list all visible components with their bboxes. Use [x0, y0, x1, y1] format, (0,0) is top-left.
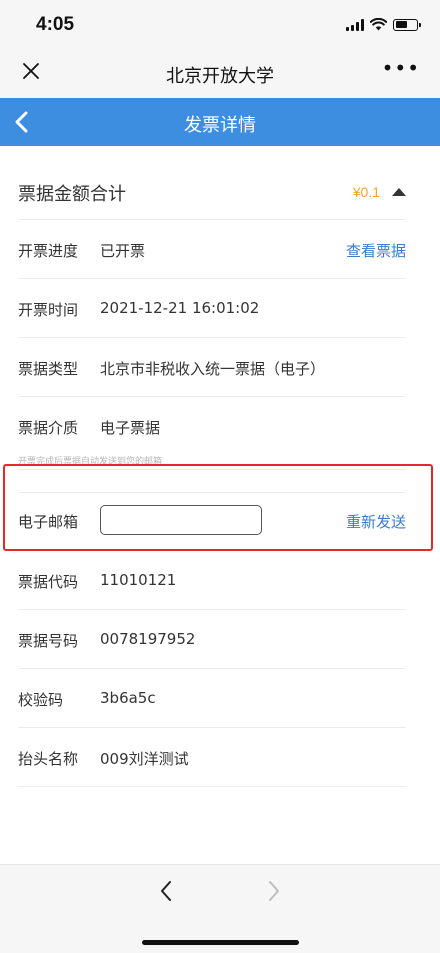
- page-title: 发票详情: [184, 115, 256, 136]
- row-value: 3b6a5c: [100, 689, 156, 707]
- nav-back-icon[interactable]: [158, 879, 174, 903]
- more-icon[interactable]: •••: [382, 56, 420, 80]
- row-value: 009刘洋测试: [100, 750, 189, 768]
- total-amount-value: ¥0.1: [352, 184, 380, 200]
- invoice-number-row: 票据号码 0078197952: [18, 610, 406, 669]
- row-value: 已开票: [100, 242, 146, 260]
- row-label: 校验码: [18, 691, 64, 709]
- payer-name-row: 抬头名称 009刘洋测试: [18, 728, 406, 787]
- total-amount-label: 票据金额合计: [18, 184, 126, 205]
- nav-forward-icon[interactable]: [266, 879, 282, 903]
- invoice-type-row: 票据类型 北京市非税收入统一票据（电子）: [18, 338, 406, 397]
- row-label: 开票时间: [18, 301, 79, 319]
- wifi-icon: [370, 18, 387, 31]
- invoice-progress-row: 开票进度 已开票 查看票据: [18, 220, 406, 279]
- row-label: 票据类型: [18, 360, 79, 378]
- row-label: 抬头名称: [18, 750, 79, 768]
- battery-icon: [393, 18, 421, 31]
- check-code-row: 校验码 3b6a5c: [18, 669, 406, 728]
- bottom-nav-bar: [0, 864, 440, 953]
- status-bar: 4:05: [0, 0, 440, 50]
- status-icons: [346, 18, 421, 31]
- wechat-title-bar: 北京开放大学 •••: [0, 50, 440, 98]
- row-label: 票据号码: [18, 632, 79, 650]
- invoice-detail: 票据金额合计 ¥0.1 开票进度 已开票 查看票据 开票时间 2021-12-2…: [0, 146, 440, 864]
- home-indicator: [142, 940, 299, 945]
- view-invoice-link[interactable]: 查看票据: [346, 240, 406, 261]
- caret-up-icon[interactable]: [392, 188, 406, 196]
- row-value: 电子票据: [100, 419, 161, 437]
- row-value: 2021-12-21 16:01:02: [100, 299, 260, 317]
- row-label: 开票进度: [18, 242, 79, 260]
- signal-icon: [346, 18, 364, 31]
- wechat-title: 北京开放大学: [166, 66, 274, 87]
- page-header: 发票详情: [0, 98, 440, 146]
- invoice-time-row: 开票时间 2021-12-21 16:01:02: [18, 279, 406, 338]
- row-label: 票据介质: [18, 419, 79, 437]
- row-label: 票据代码: [18, 573, 79, 591]
- total-amount-row[interactable]: 票据金额合计 ¥0.1: [18, 146, 406, 220]
- row-value: 北京市非税收入统一票据（电子）: [100, 360, 326, 378]
- invoice-code-row: 票据代码 11010121: [18, 551, 406, 610]
- row-value: 11010121: [100, 571, 177, 589]
- status-time: 4:05: [36, 14, 75, 35]
- highlight-box: [3, 464, 433, 551]
- row-value: 0078197952: [100, 630, 196, 648]
